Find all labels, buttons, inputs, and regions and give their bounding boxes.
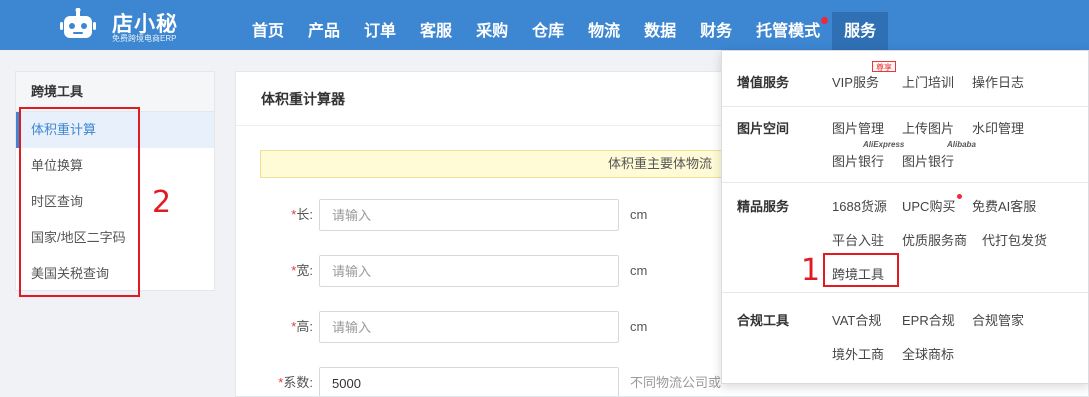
- nav-orders[interactable]: 订单: [352, 12, 408, 50]
- link-upc-purchase[interactable]: UPC购买: [902, 196, 955, 215]
- main-nav: 首页 产品 订单 客服 采购 仓库 物流 数据 财务 托管模式 服务: [240, 12, 889, 50]
- section-title-compliance: 合规工具: [737, 313, 790, 328]
- link-epr-compliance[interactable]: EPR合规: [902, 310, 955, 329]
- robot-icon: [60, 8, 96, 38]
- services-dropdown: 增值服务 VIP服务 尊享 上门培训 操作日志 图片空间 图片管理 上传图片 水…: [721, 50, 1089, 384]
- nav-products[interactable]: 产品: [296, 12, 352, 50]
- link-packing-shipping[interactable]: 代打包发货: [982, 230, 1047, 249]
- link-aliexpress-image-bank[interactable]: 图片银行: [832, 151, 884, 170]
- section-title-premium-services: 精品服务: [737, 199, 790, 214]
- annotation-number-2: 2: [152, 185, 172, 220]
- link-operation-log[interactable]: 操作日志: [972, 72, 1024, 91]
- width-input[interactable]: [319, 255, 619, 287]
- height-label-text: 高: [296, 319, 310, 334]
- coefficient-input[interactable]: [319, 367, 619, 396]
- sidebar-title: 跨境工具: [16, 72, 214, 112]
- length-input[interactable]: [319, 199, 619, 231]
- logo-subtitle: 免费跨境电商ERP: [112, 34, 177, 43]
- height-input[interactable]: [319, 311, 619, 343]
- nav-data[interactable]: 数据: [632, 12, 688, 50]
- height-label: *高:: [291, 319, 313, 334]
- link-free-ai-support[interactable]: 免费AI客服: [972, 196, 1036, 215]
- length-label-text: 长: [296, 207, 310, 222]
- height-unit: cm: [630, 319, 648, 334]
- link-compliance-manager[interactable]: 合规管家: [972, 310, 1024, 329]
- section-value-added: 增值服务 VIP服务 尊享 上门培训 操作日志: [722, 51, 1088, 107]
- top-nav-bar: 店小秘 免费跨境电商ERP 首页 产品 订单 客服 采购 仓库 物流 数据 财务…: [0, 0, 1089, 50]
- section-premium-services: 精品服务 1688货源 UPC购买 免费AI客服 平台入驻 优质服务商 代打包发…: [722, 183, 1088, 293]
- width-label: *宽:: [291, 263, 313, 278]
- nav-finance[interactable]: 财务: [688, 12, 744, 50]
- section-compliance-tools: 合规工具 VAT合规 EPR合规 合规管家 境外工商 全球商标: [722, 293, 1088, 383]
- link-platform-onboarding[interactable]: 平台入驻: [832, 230, 884, 249]
- width-label-text: 宽: [296, 263, 310, 278]
- annotation-number-1: 1: [801, 253, 821, 288]
- link-upload-image[interactable]: 上传图片: [902, 118, 954, 137]
- coefficient-label: *系数:: [278, 375, 313, 390]
- coefficient-hint: 不同物流公司或: [630, 375, 722, 390]
- link-image-manage[interactable]: 图片管理: [832, 118, 884, 137]
- nav-hosting-label: 托管模式: [756, 21, 821, 40]
- link-vat-compliance[interactable]: VAT合规: [832, 310, 881, 329]
- alibaba-logo: Alibaba: [947, 140, 976, 149]
- link-quality-providers[interactable]: 优质服务商: [902, 230, 967, 249]
- nav-warehouse[interactable]: 仓库: [520, 12, 576, 50]
- link-onsite-training[interactable]: 上门培训: [902, 72, 954, 91]
- link-global-trademark[interactable]: 全球商标: [902, 344, 954, 363]
- nav-hosting-mode[interactable]: 托管模式: [744, 12, 832, 50]
- upc-notification-dot: [957, 194, 962, 199]
- length-label: *长:: [291, 207, 313, 222]
- width-unit: cm: [630, 263, 648, 278]
- nav-purchase[interactable]: 采购: [464, 12, 520, 50]
- nav-logistics[interactable]: 物流: [576, 12, 632, 50]
- logo[interactable]: 店小秘 免费跨境电商ERP: [60, 6, 190, 44]
- link-1688-source[interactable]: 1688货源: [832, 196, 887, 215]
- section-title-value-added: 增值服务: [737, 75, 790, 90]
- link-vip-service[interactable]: VIP服务: [832, 72, 879, 91]
- section-title-image-space: 图片空间: [737, 121, 790, 136]
- link-alibaba-image-bank[interactable]: 图片银行: [902, 151, 954, 170]
- coefficient-label-text: 系数: [283, 375, 310, 390]
- nav-services[interactable]: 服务: [832, 12, 889, 50]
- highlight-box-sidebar: [19, 107, 140, 297]
- nav-home[interactable]: 首页: [240, 12, 296, 50]
- aliexpress-logo: AliExpress: [863, 140, 905, 149]
- premium-badge: 尊享: [872, 61, 896, 72]
- nav-customer-service[interactable]: 客服: [408, 12, 464, 50]
- highlight-box-crossborder-tools: [823, 253, 899, 287]
- link-watermark-manage[interactable]: 水印管理: [972, 118, 1024, 137]
- link-overseas-business-reg[interactable]: 境外工商: [832, 344, 884, 363]
- notification-dot: [821, 17, 829, 24]
- length-unit: cm: [630, 207, 648, 222]
- section-image-space: 图片空间 图片管理 上传图片 水印管理 AliExpress Alibaba 图…: [722, 107, 1088, 183]
